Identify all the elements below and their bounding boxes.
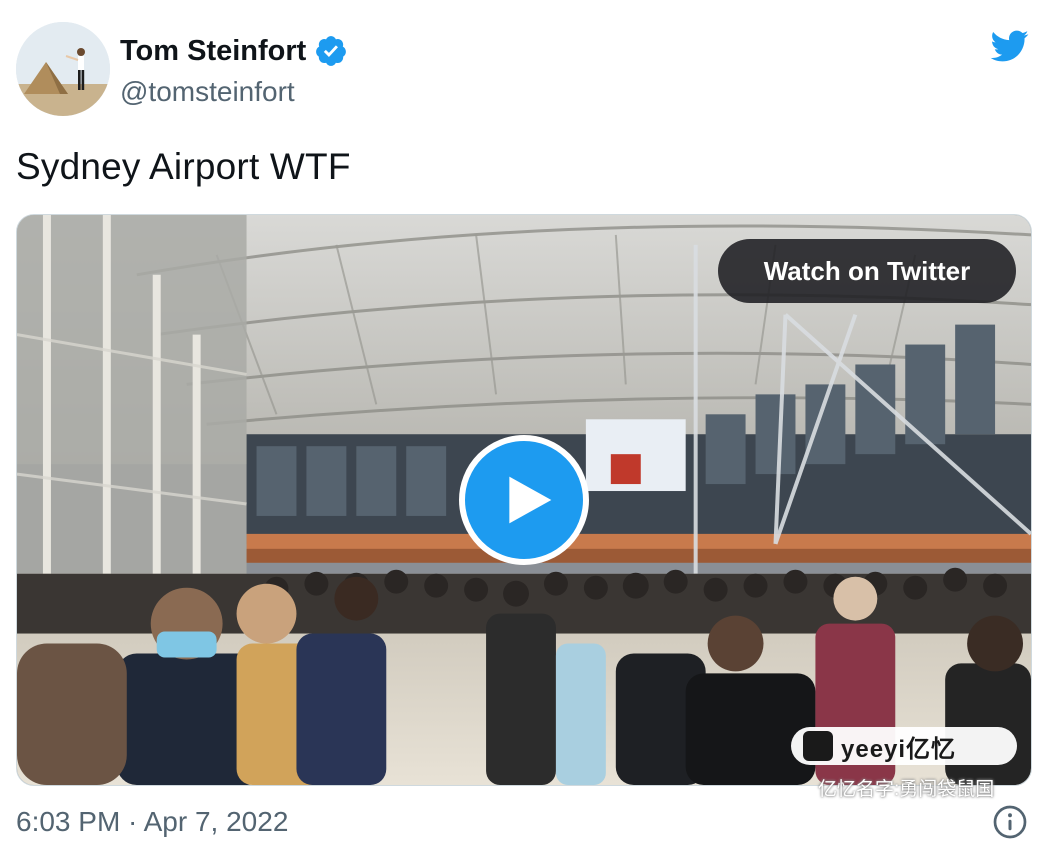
watch-on-twitter-button[interactable]: Watch on Twitter bbox=[718, 239, 1016, 303]
author-name-row[interactable]: Tom Steinfort bbox=[120, 34, 348, 68]
watermark-badge: yeeyi亿忆 bbox=[791, 727, 1017, 765]
info-icon[interactable] bbox=[992, 804, 1028, 840]
tweet-text: Sydney Airport WTF bbox=[16, 146, 351, 187]
watermark-logo-icon bbox=[803, 731, 833, 761]
tweet-timestamp[interactable]: 6:03 PM · Apr 7, 2022 bbox=[16, 806, 288, 838]
avatar-image bbox=[16, 22, 110, 116]
tweet-embed: Tom Steinfort @tomsteinfort Sydney Airpo… bbox=[0, 0, 1054, 850]
avatar[interactable] bbox=[16, 22, 110, 116]
watermark-badge-text: yeeyi亿忆 bbox=[841, 735, 957, 763]
play-button[interactable] bbox=[459, 435, 589, 565]
author-display-name[interactable]: Tom Steinfort bbox=[120, 35, 306, 68]
play-icon bbox=[509, 476, 552, 524]
twitter-bird-icon[interactable] bbox=[986, 26, 1032, 66]
video-player[interactable]: Watch on Twitter yeeyi亿忆 bbox=[16, 214, 1032, 786]
watermark-caption: 亿忆名字:勇闯袋鼠国 bbox=[818, 779, 995, 800]
author-handle[interactable]: @tomsteinfort bbox=[120, 76, 295, 108]
verified-badge-icon bbox=[314, 34, 348, 68]
